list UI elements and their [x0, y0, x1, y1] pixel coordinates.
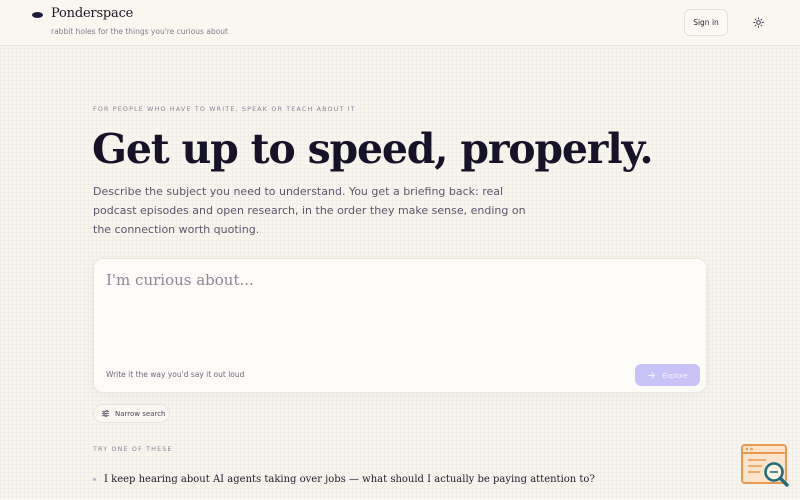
hero-subcopy: Describe the subject you need to underst… [93, 185, 526, 236]
bullet-icon [93, 477, 96, 481]
theme-toggle-button[interactable] [747, 12, 769, 33]
search-input[interactable] [106, 271, 686, 331]
floating-help-widget[interactable] [740, 443, 792, 489]
explore-button[interactable]: Explore [635, 364, 700, 386]
top-bar: Ponderspace rabbit holes for the things … [0, 0, 800, 46]
hero-headline: Get up to speed, properly. [92, 125, 654, 173]
sign-in-button[interactable]: Sign in [684, 9, 728, 36]
search-card: Write it the way you'd say it out loud E… [93, 258, 707, 393]
browser-search-icon [741, 444, 789, 487]
brand-name: Ponderspace [51, 6, 134, 21]
arrow-right-icon [648, 371, 656, 379]
narrow-search-label: Narrow search [115, 409, 166, 418]
suggestion-item[interactable]: I keep hearing about AI agents taking ov… [93, 470, 713, 488]
sliders-icon [101, 410, 110, 417]
explore-label: Explore [662, 370, 688, 380]
suggestion-text: I keep hearing about AI agents taking ov… [104, 473, 595, 485]
brand-tagline: rabbit holes for the things you're curio… [51, 27, 228, 36]
suggestions-label: TRY ONE OF THESE [93, 446, 173, 453]
narrow-search-button[interactable]: Narrow search [93, 404, 170, 423]
sun-icon [752, 17, 764, 28]
search-hint: Write it the way you'd say it out loud [106, 370, 245, 379]
hero-eyebrow: FOR PEOPLE WHO HAVE TO WRITE, SPEAK OR T… [93, 106, 356, 113]
logo-icon [32, 12, 43, 18]
